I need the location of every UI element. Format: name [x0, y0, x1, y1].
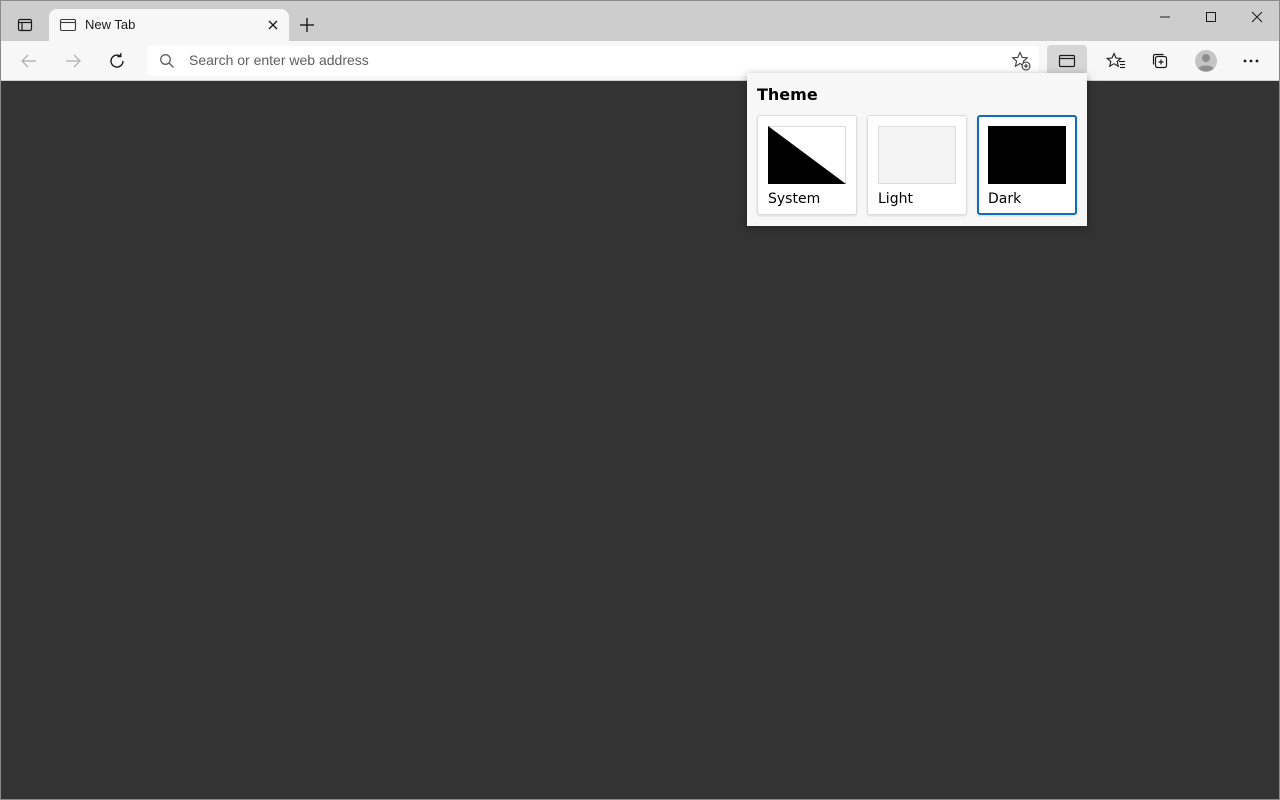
star-add-icon	[1011, 51, 1031, 71]
browser-window: New Tab Search or enter web address Them…	[0, 0, 1280, 800]
theme-popup: Theme System Light Dark	[747, 73, 1087, 226]
reader-view-icon	[1058, 54, 1076, 68]
maximize-icon	[1206, 12, 1216, 22]
settings-and-more-button[interactable]	[1235, 45, 1267, 77]
tab-new-tab[interactable]: New Tab	[49, 9, 289, 42]
theme-option-label: Light	[878, 191, 913, 207]
profile-button[interactable]	[1190, 45, 1222, 77]
plus-icon	[300, 18, 314, 32]
back-button[interactable]	[13, 45, 45, 77]
tab-title: New Tab	[85, 17, 136, 32]
refresh-button[interactable]	[101, 45, 133, 77]
system-theme-swatch	[768, 126, 846, 184]
page-icon	[59, 18, 77, 32]
tab-actions-button[interactable]	[11, 11, 39, 39]
page-content	[1, 81, 1279, 799]
light-theme-swatch	[878, 126, 956, 184]
system-theme-preview	[768, 126, 846, 184]
maximize-button[interactable]	[1188, 1, 1234, 33]
theme-option-label: System	[768, 191, 821, 207]
favorites-button[interactable]	[1100, 45, 1132, 77]
address-input-placeholder[interactable]: Search or enter web address	[189, 52, 369, 68]
favorites-icon	[1106, 52, 1125, 69]
minimize-button[interactable]	[1142, 1, 1188, 33]
search-icon	[160, 54, 174, 68]
close-window-button[interactable]	[1234, 1, 1279, 33]
profile-icon	[1195, 50, 1217, 72]
close-tab-button[interactable]	[265, 17, 281, 33]
theme-option-system[interactable]: System	[757, 115, 857, 215]
forward-button[interactable]	[57, 45, 89, 77]
arrow-left-icon	[21, 54, 36, 68]
arrow-right-icon	[66, 54, 81, 68]
refresh-icon	[110, 53, 124, 68]
address-bar[interactable]: Search or enter web address	[147, 46, 1039, 76]
tab-actions-icon	[17, 18, 33, 32]
collections-icon	[1152, 53, 1168, 69]
theme-option-dark[interactable]: Dark	[977, 115, 1077, 215]
close-icon	[1251, 11, 1263, 23]
close-icon	[268, 20, 278, 30]
navigation-toolbar: Search or enter web address	[1, 41, 1279, 81]
minimize-icon	[1160, 16, 1170, 18]
dark-theme-swatch	[988, 126, 1066, 184]
new-tab-button[interactable]	[295, 13, 319, 37]
collections-button[interactable]	[1144, 45, 1176, 77]
more-icon	[1243, 59, 1259, 63]
title-bar: New Tab	[1, 1, 1279, 42]
add-to-favorites-button[interactable]	[1011, 51, 1031, 71]
theme-option-light[interactable]: Light	[867, 115, 967, 215]
theme-option-label: Dark	[988, 191, 1022, 207]
theme-heading: Theme	[757, 85, 818, 104]
